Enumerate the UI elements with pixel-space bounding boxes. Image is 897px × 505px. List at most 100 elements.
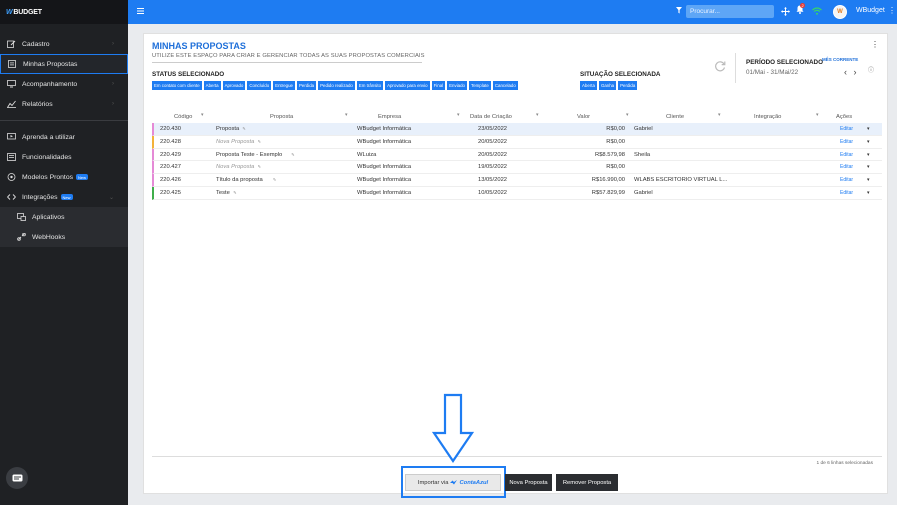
filter-chip[interactable]: Concluído <box>247 81 272 90</box>
table-row[interactable]: 220.429 Proposta Teste - Exemplo ✎ WLuiza 20… <box>152 148 882 162</box>
edit-pencil-icon[interactable]: ✎ <box>258 139 261 144</box>
import-contaazul-button[interactable]: Importar via ContaAzul <box>405 474 501 491</box>
sidebar-item-label: Modelos Prontos <box>22 173 74 181</box>
period-label: PERÍODO SELECIONADO <box>746 59 823 66</box>
header-integracao[interactable]: Integração <box>754 114 781 120</box>
filter-chip[interactable]: Perdida <box>296 81 317 90</box>
filter-icon[interactable] <box>676 7 682 14</box>
edit-link[interactable]: Editar <box>840 126 853 132</box>
edit-link[interactable]: Editar <box>840 139 853 145</box>
sidebar-item-label: Acompanhamento <box>22 80 78 88</box>
filter-chip[interactable]: Em contato com cliente <box>152 81 202 90</box>
edit-link[interactable]: Editar <box>840 152 853 158</box>
filter-chip[interactable]: Aberta <box>580 81 597 90</box>
chat-button[interactable] <box>6 467 28 489</box>
filter-data-icon[interactable]: ▾ <box>536 112 539 118</box>
new-proposal-button[interactable]: Nova Proposta <box>505 474 552 491</box>
user-menu-icon[interactable]: ⋮ <box>888 6 896 15</box>
filter-chip[interactable]: Aprovado <box>222 81 246 90</box>
filter-empresa-icon[interactable]: ▾ <box>457 112 460 118</box>
header-empresa[interactable]: Empresa <box>378 114 401 120</box>
info-icon[interactable]: ⓘ <box>868 65 874 74</box>
contaazul-logo-icon <box>450 480 458 485</box>
header-codigo[interactable]: Código <box>174 114 192 120</box>
sidebar-item-modelos-prontos[interactable]: Modelos Prontos New <box>0 167 128 187</box>
sidebar-item-aplicativos[interactable]: Aplicativos <box>0 207 128 227</box>
edit-pencil-icon[interactable]: ✎ <box>273 177 276 182</box>
filter-chip[interactable]: Pedido realizado <box>318 81 355 90</box>
sidebar-item-relat-rios[interactable]: Relatórios › <box>0 94 128 114</box>
filter-valor-icon[interactable]: ▾ <box>626 112 629 118</box>
edit-pencil-icon[interactable]: ✎ <box>291 152 294 157</box>
edit-link[interactable]: Editar <box>840 190 853 196</box>
webhooks-icon <box>16 233 26 241</box>
filter-codigo-icon[interactable]: ▾ <box>201 112 204 118</box>
edit-link[interactable]: Editar <box>840 164 853 170</box>
cell-empresa: WLuiza <box>357 151 377 158</box>
filter-chip[interactable]: Aprovado para envio <box>385 81 430 90</box>
edit-pencil-icon[interactable]: ✎ <box>258 164 261 169</box>
wifi-icon <box>812 7 822 15</box>
table-row[interactable]: 220.427 Nova Proposta ✎ WBudget Informática… <box>152 161 882 175</box>
header-cliente[interactable]: Cliente <box>666 114 684 120</box>
sidebar-item-cadastro[interactable]: Cadastro › <box>0 34 128 54</box>
username[interactable]: WBudget <box>856 7 885 14</box>
row-actions-caret-icon[interactable]: ▾ <box>867 152 870 158</box>
row-actions-caret-icon[interactable]: ▾ <box>867 190 870 196</box>
filter-chip[interactable]: Enviado <box>447 81 467 90</box>
cell-empresa: WBudget Informática <box>357 126 412 132</box>
features-icon <box>6 153 16 161</box>
card-menu-icon[interactable]: ⋮ <box>871 40 879 49</box>
sidebar-item-acompanhamento[interactable]: Acompanhamento › <box>0 74 128 94</box>
next-period-icon[interactable]: › <box>854 67 857 77</box>
avatar[interactable]: W <box>833 5 847 19</box>
edit-pencil-icon[interactable]: ✎ <box>233 190 236 195</box>
header-data[interactable]: Data de Criação <box>470 114 512 120</box>
filter-cliente-icon[interactable]: ▾ <box>718 112 721 118</box>
app-logo[interactable]: W BUDGET <box>0 0 128 24</box>
filter-integracao-icon[interactable]: ▾ <box>816 112 819 118</box>
refresh-icon[interactable] <box>714 60 726 72</box>
remove-proposal-button[interactable]: Remover Proposta <box>556 474 618 491</box>
sidebar-item-webhooks[interactable]: WebHooks <box>0 227 128 247</box>
table-row[interactable]: 220.426 Título da proposta ✎ WBudget Inform… <box>152 174 882 187</box>
search-input[interactable]: Procurar... <box>686 5 774 18</box>
sidebar-item-label: Aprenda a utilizar <box>22 133 75 141</box>
sidebar-item-minhas-propostas[interactable]: Minhas Propostas <box>0 54 128 74</box>
edit-link[interactable]: Editar <box>840 177 853 183</box>
sidebar-item-integra-es[interactable]: Integrações New ⌄ <box>0 187 128 207</box>
filter-chip[interactable]: Cancelado <box>492 81 518 90</box>
row-actions-caret-icon[interactable]: ▾ <box>867 139 870 145</box>
sidebar-item-funcionalidades[interactable]: Funcionalidades <box>0 147 128 167</box>
sidebar-nav-secondary: Aprenda a utilizar Funcionalidades Modelos… <box>0 127 128 207</box>
proposals-table: 220.430 Proposta ✎ WBudget Informática 23/05… <box>152 123 882 200</box>
row-actions-caret-icon[interactable]: ▾ <box>867 164 870 170</box>
filter-chip[interactable]: Template <box>469 81 491 90</box>
sidebar: W BUDGET Cadastro › Minhas Propostas Acompa… <box>0 0 128 505</box>
filter-chip[interactable]: Perdida <box>618 81 638 90</box>
move-icon[interactable] <box>781 7 790 16</box>
header-valor[interactable]: Valor <box>577 114 590 120</box>
filter-chip[interactable]: Em trânsito <box>356 81 384 90</box>
notifications[interactable]: 2 <box>796 3 806 16</box>
filter-chip[interactable]: Ganha <box>598 81 617 90</box>
current-month-button[interactable]: MÊS CORRENTE <box>822 57 858 62</box>
table-row[interactable]: 220.430 Proposta ✎ WBudget Informática 23/05… <box>152 123 882 136</box>
filter-chip[interactable]: Aberta <box>203 81 221 90</box>
menu-icon[interactable] <box>137 8 144 14</box>
row-actions-caret-icon[interactable]: ▾ <box>867 126 870 132</box>
table-row[interactable]: 220.425 Teste ✎ WBudget Informática 10/05/20… <box>152 186 882 200</box>
table-row[interactable]: 220.428 Nova Proposta ✎ WBudget Informática… <box>152 135 882 149</box>
filter-proposta-icon[interactable]: ▾ <box>345 112 348 118</box>
cell-empresa: WBudget Informática <box>357 189 412 196</box>
sidebar-item-aprenda-a-utilizar[interactable]: Aprenda a utilizar <box>0 127 128 147</box>
edit-pencil-icon[interactable]: ✎ <box>242 126 245 131</box>
document-icon <box>7 60 17 68</box>
topbar: Procurar... 2 W WBudget ⋮ <box>128 0 897 24</box>
prev-period-icon[interactable]: ‹ <box>844 67 847 77</box>
row-actions-caret-icon[interactable]: ▾ <box>867 177 870 183</box>
header-proposta[interactable]: Proposta <box>270 114 293 120</box>
filter-chip[interactable]: Final <box>431 81 446 90</box>
cell-empresa: WBudget Informática <box>357 177 412 184</box>
filter-chip[interactable]: Entregue <box>273 81 295 90</box>
